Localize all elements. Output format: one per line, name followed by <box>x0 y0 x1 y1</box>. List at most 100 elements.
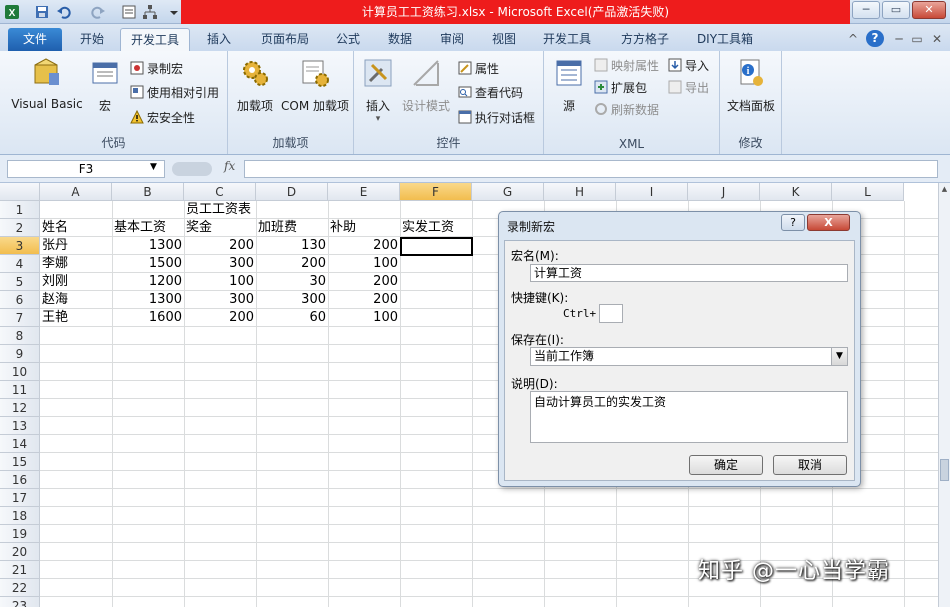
row-header[interactable]: 11 <box>0 381 40 399</box>
name-cell[interactable]: 刘刚 <box>42 273 68 291</box>
bonus-cell[interactable]: 300 <box>184 291 256 309</box>
window-min-icon[interactable]: ─ <box>892 28 906 51</box>
base-salary-cell[interactable]: 1500 <box>112 255 184 273</box>
help-icon[interactable]: ? <box>866 30 884 47</box>
dialog-close-button[interactable]: X <box>807 214 850 231</box>
column-header-g[interactable]: G <box>472 183 544 201</box>
dialog-help-button[interactable]: ? <box>781 214 805 231</box>
window-restore-icon[interactable]: ▭ <box>910 28 924 51</box>
column-header-c[interactable]: C <box>184 183 256 201</box>
bonus-cell[interactable]: 300 <box>184 255 256 273</box>
tab-home[interactable]: 开始 <box>70 28 114 51</box>
column-header-l[interactable]: L <box>832 183 904 201</box>
base-salary-cell[interactable]: 1300 <box>112 237 184 255</box>
name-cell[interactable]: 赵海 <box>42 291 68 309</box>
tab-insert[interactable]: 插入 <box>197 28 241 51</box>
row-header[interactable]: 23 <box>0 597 40 607</box>
minimize-ribbon-icon[interactable]: ^ <box>846 28 860 51</box>
column-header-k[interactable]: K <box>760 183 832 201</box>
column-header-d[interactable]: D <box>256 183 328 201</box>
selected-cell-f3[interactable] <box>400 237 473 256</box>
row-header[interactable]: 22 <box>0 579 40 597</box>
base-salary-cell[interactable]: 1600 <box>112 309 184 327</box>
tab-diy-toolbox[interactable]: DIY工具箱 <box>688 28 762 51</box>
row-header[interactable]: 20 <box>0 543 40 561</box>
close-button[interactable]: ✕ <box>912 1 946 19</box>
description-textarea[interactable]: 自动计算员工的实发工资 <box>530 391 848 443</box>
row-header[interactable]: 10 <box>0 363 40 381</box>
select-all-corner[interactable] <box>0 183 40 201</box>
row-header[interactable]: 5 <box>0 273 40 291</box>
name-cell[interactable]: 李娜 <box>42 255 68 273</box>
overtime-cell[interactable]: 300 <box>256 291 328 309</box>
insert-function-icon[interactable]: fx <box>224 159 235 173</box>
subsidy-cell[interactable]: 200 <box>328 273 400 291</box>
row-header-selected[interactable]: 3 <box>0 237 40 255</box>
save-icon[interactable] <box>34 4 50 20</box>
document-panel-button[interactable]: i 文档面板 <box>722 57 780 114</box>
tab-page-layout[interactable]: 页面布局 <box>252 28 318 51</box>
overtime-cell[interactable]: 30 <box>256 273 328 291</box>
window-close-icon[interactable]: ✕ <box>930 28 944 51</box>
name-box-dropdown-icon[interactable]: ▼ <box>150 162 157 172</box>
base-salary-cell[interactable]: 1300 <box>112 291 184 309</box>
scroll-thumb[interactable] <box>940 459 949 481</box>
cancel-button[interactable]: 取消 <box>773 455 847 475</box>
name-cell[interactable]: 王艳 <box>42 309 68 327</box>
header-cell[interactable]: 实发工资 <box>402 219 454 237</box>
relative-ref-button[interactable]: 使用相对引用 <box>130 84 219 102</box>
subsidy-cell[interactable]: 100 <box>328 309 400 327</box>
row-header[interactable]: 12 <box>0 399 40 417</box>
source-button[interactable]: 源 <box>552 57 586 114</box>
overtime-cell[interactable]: 60 <box>256 309 328 327</box>
minimize-button[interactable]: ─ <box>852 1 880 19</box>
header-cell[interactable]: 姓名 <box>42 219 68 237</box>
undo-icon[interactable] <box>56 4 72 20</box>
tab-data[interactable]: 数据 <box>378 28 422 51</box>
view-code-button[interactable]: 查看代码 <box>458 84 523 102</box>
column-header-i[interactable]: I <box>616 183 688 201</box>
row-header[interactable]: 8 <box>0 327 40 345</box>
macro-security-button[interactable]: 宏安全性 <box>130 109 195 127</box>
row-header[interactable]: 6 <box>0 291 40 309</box>
row-header[interactable]: 17 <box>0 489 40 507</box>
row-header[interactable]: 15 <box>0 453 40 471</box>
tab-file[interactable]: 文件 <box>8 28 62 51</box>
row-header[interactable]: 1 <box>0 201 40 219</box>
ok-button[interactable]: 确定 <box>689 455 763 475</box>
column-header-j[interactable]: J <box>688 183 760 201</box>
import-button[interactable]: 导入 <box>668 57 709 75</box>
column-header-f[interactable]: F <box>400 183 472 201</box>
header-cell[interactable]: 补助 <box>330 219 356 237</box>
record-macro-button[interactable]: 录制宏 <box>130 60 183 78</box>
row-header[interactable]: 14 <box>0 435 40 453</box>
base-salary-cell[interactable]: 1200 <box>112 273 184 291</box>
addins-button[interactable]: 加载项 <box>234 57 276 114</box>
vertical-scrollbar[interactable]: ▲ <box>938 183 950 607</box>
properties-button[interactable]: 属性 <box>458 60 499 78</box>
com-addins-button[interactable]: COM 加载项 <box>278 57 352 114</box>
tab-developer-2[interactable]: 开发工具 <box>534 28 600 51</box>
visual-basic-button[interactable]: Visual Basic <box>10 57 84 111</box>
subsidy-cell[interactable]: 200 <box>328 237 400 255</box>
row-header[interactable]: 18 <box>0 507 40 525</box>
column-header-b[interactable]: B <box>112 183 184 201</box>
macros-button[interactable]: 宏 <box>88 57 122 114</box>
restore-button[interactable]: ▭ <box>882 1 910 19</box>
row-header[interactable]: 7 <box>0 309 40 327</box>
overtime-cell[interactable]: 130 <box>256 237 328 255</box>
macro-name-input[interactable]: 计算工资 <box>530 264 848 282</box>
excel-app-icon[interactable]: X <box>4 4 20 20</box>
insert-control-button[interactable]: 插入 ▾ <box>360 57 396 124</box>
bonus-cell[interactable]: 100 <box>184 273 256 291</box>
scroll-up-icon[interactable]: ▲ <box>940 185 949 193</box>
overtime-cell[interactable]: 200 <box>256 255 328 273</box>
tab-developer-active[interactable]: 开发工具 <box>120 28 190 51</box>
run-dialog-button[interactable]: 执行对话框 <box>458 109 535 127</box>
tab-view[interactable]: 视图 <box>482 28 526 51</box>
row-header[interactable]: 13 <box>0 417 40 435</box>
row-header[interactable]: 16 <box>0 471 40 489</box>
bonus-cell[interactable]: 200 <box>184 237 256 255</box>
chevron-down-icon[interactable]: ▼ <box>831 348 847 365</box>
header-cell[interactable]: 加班费 <box>258 219 297 237</box>
